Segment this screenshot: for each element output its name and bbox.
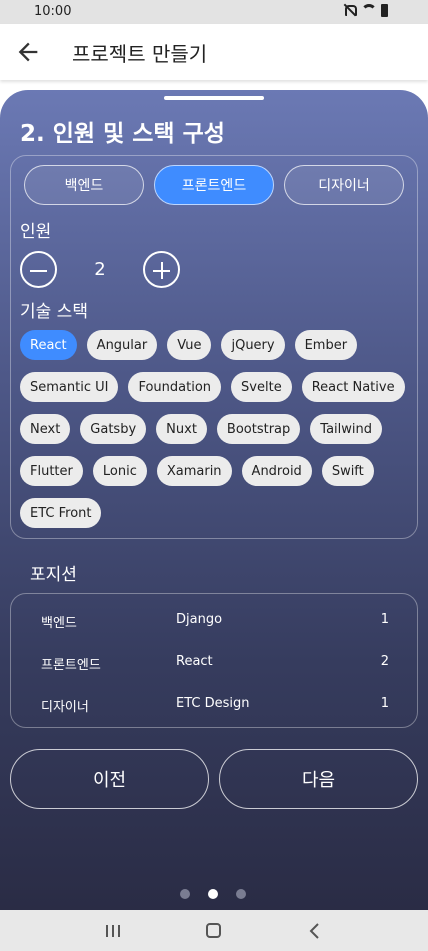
tab-frontend[interactable]: 프론트엔드 <box>154 165 274 205</box>
stack-chip-list: React Angular Vue jQuery Ember Semantic UI Fou… <box>20 330 410 528</box>
page-dot-active <box>208 889 218 899</box>
stack-chip[interactable]: Xamarin <box>156 456 232 486</box>
page-indicator <box>180 889 246 899</box>
stack-chip[interactable]: Tailwind <box>310 414 382 444</box>
stack-chip[interactable]: Semantic UI <box>20 372 119 402</box>
plus-icon-vertical <box>160 262 163 279</box>
stack-chip[interactable]: React Native <box>301 372 405 402</box>
stack-chip[interactable]: jQuery <box>221 330 285 360</box>
stack-chip[interactable]: Swift <box>321 456 374 486</box>
tab-backend[interactable]: 백엔드 <box>24 165 144 205</box>
back-arrow-icon[interactable] <box>14 38 42 66</box>
page-dot <box>236 889 246 899</box>
stack-chip[interactable]: ETC Front <box>20 498 102 528</box>
sheet-handle[interactable] <box>164 96 264 100</box>
stack-chip[interactable]: Ember <box>294 330 358 360</box>
stack-label: 기술 스택 <box>20 302 88 322</box>
wifi-icon <box>361 4 377 16</box>
headcount-label: 인원 <box>20 222 52 242</box>
positions-title: 포지션 <box>30 565 77 585</box>
headcount-stepper: 2 <box>20 251 180 288</box>
minus-icon <box>30 269 47 272</box>
stack-config-card: 백엔드 프론트엔드 디자이너 인원 2 기술 스택 React Angular Vu… <box>10 155 418 539</box>
stack-chip[interactable]: Gatsby <box>80 414 147 444</box>
decrement-button[interactable] <box>20 251 57 288</box>
page-title: 프로젝트 만들기 <box>72 42 208 66</box>
bottom-sheet: 2. 인원 및 스택 구성 백엔드 프론트엔드 디자이너 인원 2 기술 스택 … <box>0 90 428 910</box>
stack-chip[interactable]: Nuxt <box>156 414 207 444</box>
mute-icon <box>343 3 357 17</box>
position-stack: React <box>176 654 213 669</box>
stack-chip[interactable]: Svelte <box>231 372 292 402</box>
position-row: 디자이너 ETC Design 1 <box>11 696 419 716</box>
role-tabs: 백엔드 프론트엔드 디자이너 <box>24 165 404 205</box>
position-count: 2 <box>380 654 389 669</box>
stack-chip[interactable]: Lonic <box>92 456 147 486</box>
stack-chip[interactable]: React <box>20 330 77 360</box>
position-stack: Django <box>176 612 223 627</box>
app-bar: 프로젝트 만들기 <box>0 24 428 80</box>
position-row: 백엔드 Django 1 <box>11 612 419 632</box>
home-icon[interactable] <box>206 923 221 938</box>
position-role: 디자이너 <box>41 700 89 715</box>
tab-designer[interactable]: 디자이너 <box>284 165 404 205</box>
page-dot <box>180 889 190 899</box>
stack-chip[interactable]: Foundation <box>128 372 222 402</box>
headcount-value: 2 <box>94 259 106 280</box>
position-stack: ETC Design <box>176 696 250 711</box>
stack-chip[interactable]: Vue <box>167 330 212 360</box>
stack-chip[interactable]: Angular <box>86 330 158 360</box>
position-row: 프론트엔드 React 2 <box>11 654 419 674</box>
status-bar: 10:00 <box>0 0 428 24</box>
stack-chip[interactable]: Next <box>20 414 71 444</box>
position-role: 백엔드 <box>41 616 77 631</box>
position-count: 1 <box>380 696 389 711</box>
next-button[interactable]: 다음 <box>219 749 418 809</box>
status-time: 10:00 <box>34 4 72 19</box>
positions-card: 백엔드 Django 1 프론트엔드 React 2 디자이너 ETC Desi… <box>10 593 418 728</box>
stack-chip[interactable]: Flutter <box>20 456 83 486</box>
status-icons <box>343 3 388 17</box>
recents-icon[interactable] <box>106 925 120 937</box>
section-title: 2. 인원 및 스택 구성 <box>20 121 225 147</box>
battery-icon <box>381 3 388 17</box>
increment-button[interactable] <box>143 251 180 288</box>
stack-chip[interactable]: Android <box>241 456 312 486</box>
back-icon[interactable] <box>308 923 320 939</box>
position-role: 프론트엔드 <box>41 658 101 673</box>
system-nav-bar <box>0 910 428 951</box>
prev-button[interactable]: 이전 <box>10 749 209 809</box>
stack-chip[interactable]: Bootstrap <box>216 414 301 444</box>
position-count: 1 <box>380 612 389 627</box>
